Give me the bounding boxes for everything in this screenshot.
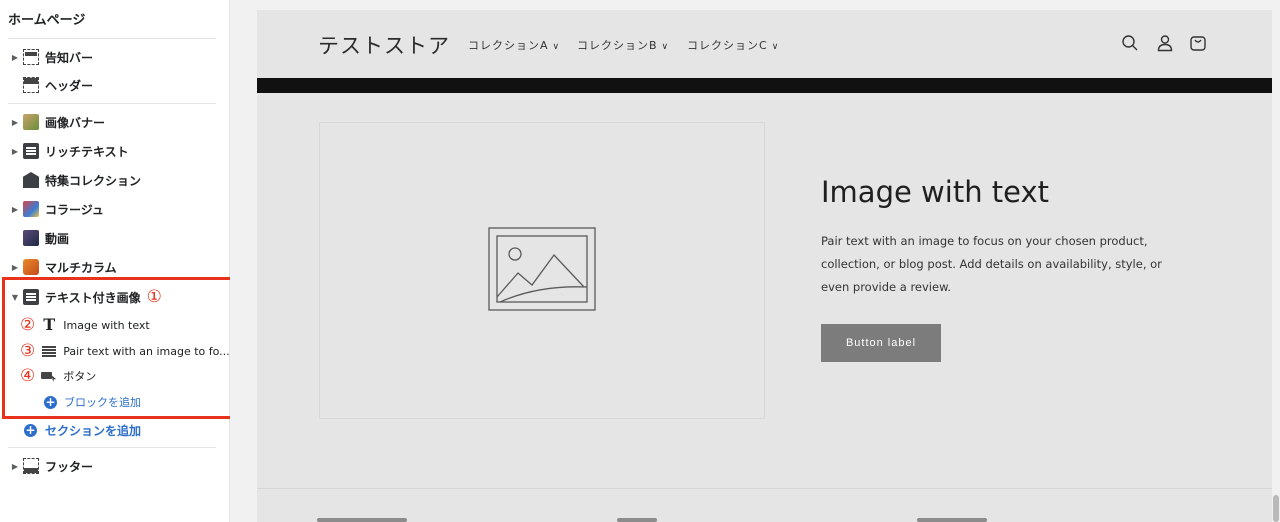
- account-icon[interactable]: [1156, 34, 1174, 52]
- footer-layout-icon: [23, 458, 39, 474]
- tag-icon: [23, 172, 39, 188]
- sidebar-item-label: コラージュ: [45, 202, 104, 217]
- add-section-button[interactable]: + セクションを追加: [0, 418, 230, 442]
- nav-link-collection-c[interactable]: コレクションC ∨: [687, 37, 779, 53]
- sidebar-item-label: フッター: [45, 459, 94, 474]
- store-logo[interactable]: テストストア: [318, 30, 450, 60]
- video-icon: [23, 230, 39, 246]
- store-header: テストストア コレクションA ∨ コレクションB ∨ コレクションC ∨: [257, 10, 1272, 78]
- sidebar-item-label: 特集コレクション: [45, 173, 142, 188]
- next-section-peek: [917, 518, 987, 522]
- caret-right-icon[interactable]: ▶: [9, 53, 21, 62]
- section-heading: Image with text: [821, 175, 1050, 209]
- nav-link-collection-b[interactable]: コレクションB ∨: [577, 37, 669, 53]
- sidebar-item-featured-collection[interactable]: 特集コレクション: [0, 168, 230, 192]
- image-with-text-section[interactable]: Image with text Pair text with an image …: [257, 93, 1272, 488]
- sidebar-item-label: 画像バナー: [45, 115, 106, 130]
- search-icon[interactable]: [1121, 34, 1139, 52]
- cta-button[interactable]: Button label: [821, 324, 941, 362]
- nav-label: コレクションB: [577, 39, 658, 52]
- next-section-peek: [617, 518, 657, 522]
- text-block-icon: [23, 143, 39, 159]
- divider: [257, 488, 1272, 489]
- chevron-down-icon: ∨: [552, 42, 561, 52]
- image-placeholder-icon: [488, 227, 596, 311]
- caret-right-icon[interactable]: ▶: [9, 118, 21, 127]
- section-sidebar: ホームページ ▶ 告知バー ヘッダー ▶ 画像バナー ▶ リッチテキスト 特集コ…: [0, 0, 230, 522]
- plus-circle-icon: +: [24, 422, 37, 437]
- add-section-label: セクションを追加: [45, 423, 142, 438]
- image-placeholder[interactable]: [319, 122, 765, 419]
- sidebar-item-rich-text[interactable]: ▶ リッチテキスト: [0, 139, 230, 163]
- sidebar-item-label: マルチカラム: [45, 260, 117, 275]
- chevron-down-icon: ∨: [661, 42, 670, 52]
- sidebar-item-label: リッチテキスト: [45, 144, 129, 159]
- collage-icon: [23, 201, 39, 217]
- caret-right-icon[interactable]: ▶: [9, 263, 21, 272]
- header-layout-icon: [23, 77, 39, 93]
- sidebar-item-multicolumn[interactable]: ▶ マルチカラム: [0, 255, 230, 279]
- nav-label: コレクションC: [687, 39, 768, 52]
- caret-right-icon[interactable]: ▶: [9, 205, 21, 214]
- divider: [8, 103, 216, 104]
- sidebar-item-collage[interactable]: ▶ コラージュ: [0, 197, 230, 221]
- highlight-box: [2, 277, 235, 419]
- sidebar-item-label: 動画: [45, 231, 70, 246]
- announcement-bar-icon: [23, 49, 39, 65]
- image-banner-icon: [23, 114, 39, 130]
- chevron-down-icon: ∨: [771, 42, 780, 52]
- section-body-text: Pair text with an image to focus on your…: [821, 234, 1162, 294]
- sidebar-item-video[interactable]: 動画: [0, 226, 230, 250]
- next-section-peek: [317, 518, 407, 522]
- divider: [8, 447, 216, 448]
- preview-scrollbar[interactable]: [1273, 495, 1279, 522]
- cart-icon[interactable]: [1189, 34, 1207, 52]
- sidebar-item-label: ヘッダー: [45, 78, 94, 93]
- nav-label: コレクションA: [468, 39, 549, 52]
- caret-right-icon[interactable]: ▶: [9, 147, 21, 156]
- sidebar-item-image-banner[interactable]: ▶ 画像バナー: [0, 110, 230, 134]
- page-title: ホームページ: [8, 13, 86, 28]
- sidebar-item-header[interactable]: ヘッダー: [0, 73, 230, 97]
- sidebar-item-announcement[interactable]: ▶ 告知バー: [0, 45, 230, 69]
- multicolumn-icon: [23, 259, 39, 275]
- sidebar-item-label: 告知バー: [45, 50, 94, 65]
- nav-link-collection-a[interactable]: コレクションA ∨: [468, 37, 560, 53]
- sidebar-item-footer[interactable]: ▶ フッター: [0, 454, 230, 478]
- store-preview: テストストア コレクションA ∨ コレクションB ∨ コレクションC ∨ Ima…: [257, 10, 1272, 522]
- caret-right-icon[interactable]: ▶: [9, 462, 21, 471]
- announcement-bar: [257, 78, 1272, 93]
- divider: [8, 38, 216, 39]
